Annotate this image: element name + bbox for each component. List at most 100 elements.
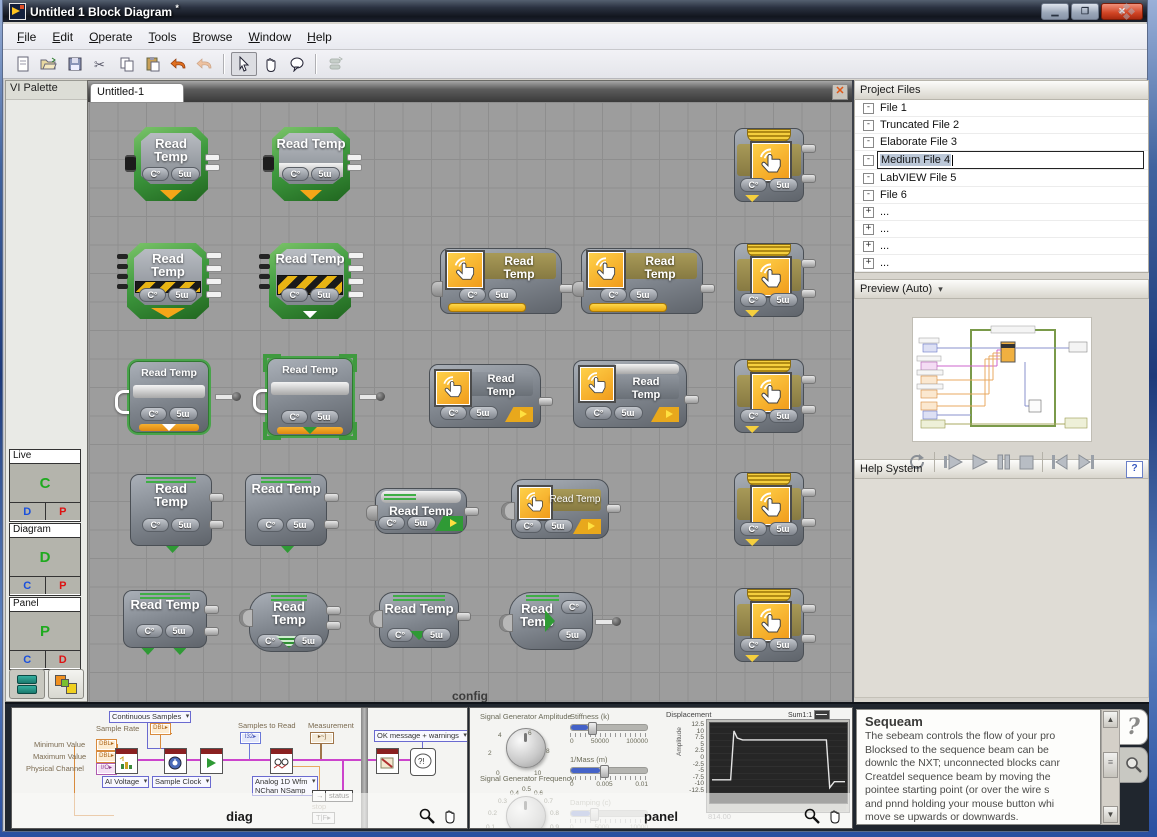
diagram-block-touch-22[interactable]: C°5ɯ [734, 588, 804, 662]
project-file-row-7[interactable]: +... [855, 204, 1148, 221]
project-file-row-4[interactable]: -Medium File 4Medium File 4 [855, 151, 1148, 170]
right-pin-connector[interactable] [359, 394, 377, 400]
daqmx-create-channel-block[interactable] [115, 748, 138, 774]
diagram-block-read-temp-1[interactable]: Read TempC°5ɯ [272, 127, 350, 201]
list-view-tab[interactable] [9, 669, 45, 699]
slider-1/mass[interactable]: 1/Mass (m) 00.0050.01 [570, 755, 648, 788]
menu-edit[interactable]: Edit [44, 27, 81, 47]
pause-button[interactable] [997, 454, 1011, 470]
diagram-block-read-temp-3[interactable]: ReadTemp C°5ɯ [127, 243, 209, 319]
zoom-icon[interactable] [419, 808, 435, 824]
balloon-tool-button[interactable] [285, 53, 309, 75]
diagram-block-read-temp-8[interactable]: Read Temp C°5ɯ [129, 361, 209, 433]
clock-type-dropdown[interactable]: Sample Clock [152, 776, 211, 788]
cut-button[interactable]: ✂ [89, 53, 113, 75]
right-pin-connector[interactable] [595, 619, 613, 625]
palette-box-live[interactable]: Live C D P [9, 449, 81, 522]
sample-rate-terminal[interactable]: DBL▸ [150, 723, 171, 735]
expand-icon[interactable]: + [863, 224, 874, 235]
waveform-plot[interactable] [709, 722, 848, 804]
new-file-button[interactable] [11, 53, 35, 75]
help-tab[interactable]: ? [1120, 709, 1148, 745]
title-bar[interactable]: Untitled 1 Block Diagram * ▁ ❐ ✕ [3, 0, 1147, 22]
amplitude-knob[interactable] [506, 728, 546, 768]
diagram-block-touch-2[interactable]: C°5ɯ [734, 128, 804, 202]
right-connector-1[interactable] [801, 604, 816, 613]
slider-thumb[interactable] [588, 722, 597, 735]
diagram-block-read-temp-11[interactable]: ReadTemp C°5ɯ [573, 360, 687, 428]
right-connector-1[interactable] [801, 488, 816, 497]
rename-input[interactable]: Medium File 4 [877, 151, 1144, 169]
left-connector[interactable] [366, 505, 378, 521]
diagram-block-read-temp-16[interactable]: Read Temp C°5ɯ [511, 479, 609, 539]
left-claw-connector[interactable] [253, 389, 267, 413]
collapse-icon[interactable]: - [863, 137, 874, 148]
project-file-row-2[interactable]: -Truncated File 2 [855, 117, 1148, 134]
project-file-row-5[interactable]: -LabVIEW File 5 [855, 170, 1148, 187]
expand-icon[interactable]: + [863, 207, 874, 218]
diagram-block-read-temp-18[interactable]: Read Temp C°5ɯ [123, 590, 207, 648]
right-connector-1[interactable] [801, 259, 816, 268]
project-file-row-3[interactable]: -Elaborate File 3 [855, 134, 1148, 151]
right-connector-2[interactable] [801, 634, 816, 643]
left-connector[interactable] [125, 155, 136, 172]
diagram-block-touch-12[interactable]: C°5ɯ [734, 359, 804, 433]
daqmx-clear-block[interactable] [376, 748, 399, 774]
diagram-block-touch-7[interactable]: C°5ɯ [734, 243, 804, 317]
right-connectors[interactable] [348, 252, 364, 304]
scroll-up-button[interactable]: ▲ [1103, 711, 1118, 728]
preview-thumbnail[interactable] [912, 317, 1092, 442]
diagram-block-read-temp-21[interactable]: ReadTemp C° 5ɯ [509, 592, 593, 650]
slider-stiffness[interactable]: Stiffness (k) 050000100000 [570, 712, 648, 745]
right-connector-1[interactable] [801, 144, 816, 153]
left-connectors[interactable] [117, 254, 128, 294]
diagram-block-read-temp-20[interactable]: Read Temp C° 5ɯ [379, 592, 459, 648]
paste-button[interactable] [141, 53, 165, 75]
diagram-block-read-temp-19[interactable]: ReadTemp C° 5ɯ [249, 592, 329, 652]
right-connector[interactable] [538, 397, 553, 406]
zoom-icon[interactable] [804, 808, 820, 824]
diagram-block-read-temp-4[interactable]: Read Temp C°5ɯ [269, 243, 351, 319]
palette-box-panel[interactable]: Panel P C D [9, 597, 81, 670]
collapse-icon[interactable]: - [863, 103, 874, 114]
maximize-button[interactable]: ❐ [1071, 3, 1099, 20]
left-connector[interactable] [369, 610, 383, 628]
project-file-row-9[interactable]: +... [855, 238, 1148, 255]
right-connector[interactable] [209, 493, 224, 502]
left-connector[interactable] [501, 502, 515, 520]
samples-to-read-terminal[interactable]: I32▸ [240, 732, 261, 744]
collapse-icon[interactable]: - [863, 155, 874, 166]
left-connector[interactable] [239, 609, 253, 627]
right-connector[interactable] [324, 493, 339, 502]
right-connector[interactable] [205, 154, 220, 174]
measurement-terminal[interactable]: ▸~] [310, 732, 334, 744]
play-button[interactable] [971, 454, 989, 470]
menu-tools[interactable]: Tools [140, 27, 184, 47]
daqmx-timing-block[interactable] [164, 748, 187, 774]
right-pin-connector[interactable] [215, 394, 233, 400]
menu-operate[interactable]: Operate [81, 27, 140, 47]
select-tool-button[interactable] [231, 52, 257, 76]
diagram-block-read-temp-14[interactable]: Read Temp C°5ɯ [245, 474, 327, 546]
undo-button[interactable] [167, 53, 191, 75]
reorder-tool-button[interactable] [323, 53, 347, 75]
copy-button[interactable] [115, 53, 139, 75]
right-connector-2[interactable] [801, 518, 816, 527]
stop-button[interactable] [1019, 454, 1034, 470]
left-connector[interactable] [499, 614, 513, 632]
diagram-block-read-temp-10[interactable]: ReadTemp C°5ɯ [429, 364, 541, 428]
right-connector[interactable] [347, 154, 362, 174]
redo-button[interactable] [193, 53, 217, 75]
right-connector[interactable] [464, 507, 479, 516]
right-connector-2[interactable] [204, 627, 219, 636]
minimize-button[interactable]: ▁ [1041, 3, 1069, 20]
minimum-value-terminal[interactable]: DBL▸ [96, 739, 117, 751]
diagram-block-read-temp-5[interactable]: ReadTemp C°5ɯ [440, 248, 562, 314]
right-connector[interactable] [700, 284, 715, 293]
preview-header[interactable]: Preview (Auto) ▾ [854, 279, 1149, 299]
pan-hand-icon[interactable] [828, 808, 844, 824]
palette-view-tab[interactable] [48, 669, 84, 699]
collapse-icon[interactable]: - [863, 120, 874, 131]
save-button[interactable] [63, 53, 87, 75]
error-handler-block[interactable]: ?! [410, 748, 436, 776]
